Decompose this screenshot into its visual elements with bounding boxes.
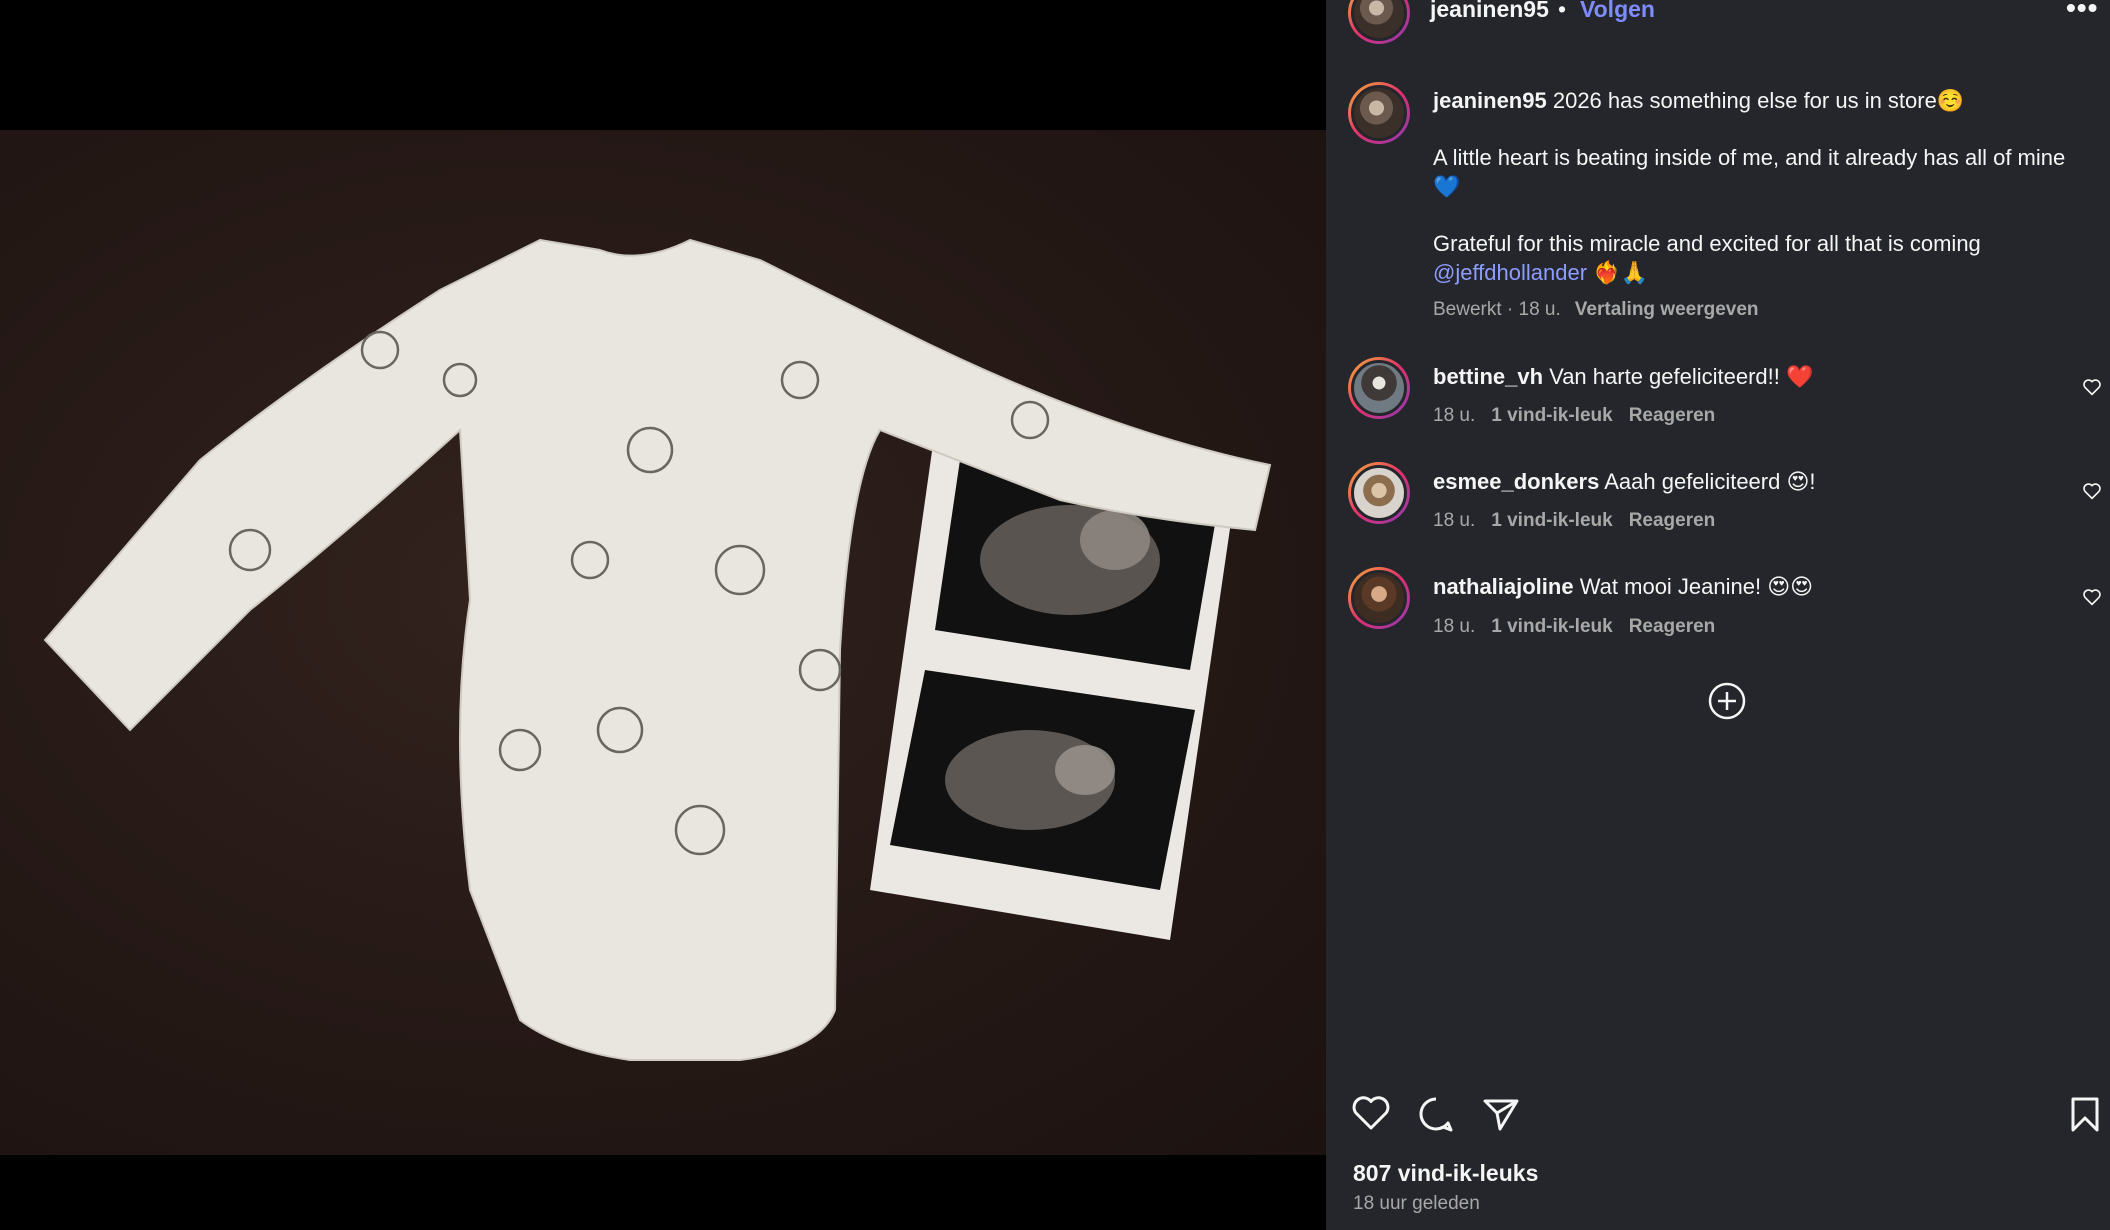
caption-edited-time: Bewerkt · 18 u. (1433, 299, 1561, 320)
comment-body: Van harte gefeliciteerd!! ❤️ (1549, 364, 1814, 389)
caption-avatar[interactable] (1348, 82, 1410, 144)
speech-bubble-icon[interactable] (1415, 1093, 1457, 1135)
comment-time: 18 u. (1433, 405, 1476, 426)
follow-button[interactable]: Volgen (1580, 0, 1655, 23)
comment-body: Aaah gefeliciteerd 😍! (1604, 469, 1816, 494)
comment-text: nathaliajoline Wat mooi Jeanine! 😍😍 (1433, 574, 2053, 600)
plus-circle-icon[interactable] (1707, 681, 1747, 721)
comment-meta: 18 u. 1 vind-ik-leuk Reageren (1433, 405, 1731, 427)
comment-username[interactable]: bettine_vh (1433, 364, 1543, 389)
comment-meta: 18 u. 1 vind-ik-leuk Reageren (1433, 616, 1731, 638)
post-photo[interactable] (0, 130, 1326, 1155)
comment-avatar[interactable] (1348, 567, 1410, 629)
caption-username[interactable]: jeaninen95 (1433, 88, 1547, 113)
post-caption: jeaninen95 2026 has something else for u… (1433, 86, 2073, 287)
baby-bodysuit-and-ultrasound-image (43, 238, 1272, 1061)
comment-avatar[interactable] (1348, 462, 1410, 524)
comment-username[interactable]: esmee_donkers (1433, 469, 1599, 494)
caption-line-3: Grateful for this miracle and excited fo… (1433, 231, 1981, 256)
comment-text: esmee_donkers Aaah gefeliciteerd 😍! (1433, 469, 2053, 495)
caption-line-2: A little heart is beating inside of me, … (1433, 145, 2066, 199)
comment-body: Wat mooi Jeanine! 😍😍 (1579, 574, 1814, 599)
heart-icon[interactable] (1350, 1093, 1392, 1135)
heart-icon[interactable] (2082, 482, 2102, 500)
reply-button[interactable]: Reageren (1629, 510, 1716, 531)
comment-likes[interactable]: 1 vind-ik-leuk (1491, 616, 1612, 637)
caption-mention-emoji: ❤️‍🔥🙏 (1593, 260, 1648, 285)
likes-count[interactable]: 807 vind-ik-leuks (1353, 1160, 1538, 1187)
post-timestamp: 18 uur geleden (1353, 1193, 1480, 1214)
heart-icon[interactable] (2082, 588, 2102, 606)
more-options-icon[interactable]: ••• (2066, 0, 2098, 24)
bookmark-icon[interactable] (2064, 1093, 2106, 1135)
comment-time: 18 u. (1433, 510, 1476, 531)
reply-button[interactable]: Reageren (1629, 616, 1716, 637)
comment-meta: 18 u. 1 vind-ik-leuk Reageren (1433, 510, 1731, 532)
heart-icon[interactable] (2082, 378, 2102, 396)
comment-likes[interactable]: 1 vind-ik-leuk (1491, 405, 1612, 426)
paper-plane-icon[interactable] (1480, 1093, 1522, 1135)
comment-username[interactable]: nathaliajoline (1433, 574, 1574, 599)
comment-likes[interactable]: 1 vind-ik-leuk (1491, 510, 1612, 531)
comment-time: 18 u. (1433, 616, 1476, 637)
header-separator: • (1558, 0, 1567, 22)
caption-line-1: 2026 has something else for us in store☺… (1552, 88, 1965, 113)
translate-link[interactable]: Vertaling weergeven (1575, 299, 1759, 320)
author-username[interactable]: jeaninen95 (1430, 0, 1549, 23)
post-media[interactable] (0, 0, 1326, 1230)
caption-mention[interactable]: @jeffdhollander (1433, 260, 1587, 285)
comment-avatar[interactable] (1348, 357, 1410, 419)
caption-meta: Bewerkt · 18 u. Vertaling weergeven (1433, 299, 1759, 321)
comment-text: bettine_vh Van harte gefeliciteerd!! ❤️ (1433, 364, 2053, 390)
reply-button[interactable]: Reageren (1629, 405, 1716, 426)
